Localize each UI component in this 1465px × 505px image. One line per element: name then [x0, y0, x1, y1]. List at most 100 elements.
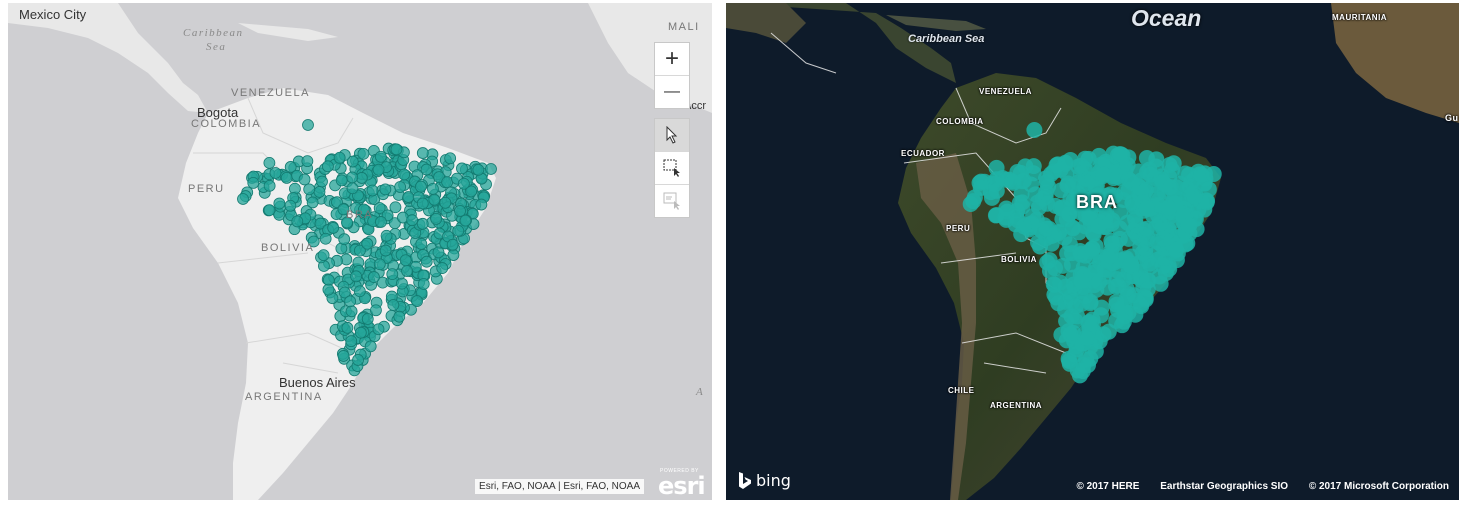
esri-point-marker[interactable] [366, 184, 379, 197]
bing-point-marker[interactable] [1067, 298, 1084, 315]
esri-point-marker[interactable] [327, 222, 340, 234]
bing-point-marker[interactable] [1205, 166, 1222, 182]
pointer-select-button[interactable] [655, 119, 689, 152]
bing-point-marker[interactable] [1025, 158, 1042, 175]
bing-point-marker[interactable] [1095, 326, 1112, 343]
bing-point-marker[interactable] [1139, 280, 1156, 297]
esri-point-marker[interactable] [322, 283, 335, 296]
esri-point-marker[interactable] [417, 278, 430, 290]
lasso-select-button[interactable] [655, 185, 689, 217]
esri-point-marker[interactable] [335, 174, 348, 187]
esri-point-marker[interactable] [379, 244, 392, 257]
esri-point-marker[interactable] [406, 214, 419, 227]
bing-point-marker[interactable] [1026, 122, 1043, 138]
bing-point-marker[interactable] [1148, 185, 1165, 202]
esri-point-marker[interactable] [380, 229, 393, 242]
esri-point-marker[interactable] [237, 193, 249, 205]
esri-point-marker[interactable] [379, 183, 392, 196]
esri-point-marker[interactable] [269, 167, 282, 179]
esri-point-marker[interactable] [364, 340, 377, 353]
esri-point-marker[interactable] [428, 193, 441, 206]
esri-point-marker[interactable] [390, 143, 403, 156]
esri-point-marker[interactable] [432, 246, 445, 259]
bing-point-marker[interactable] [1113, 146, 1130, 163]
esri-point-marker[interactable] [399, 254, 412, 267]
bing-point-marker[interactable] [1142, 258, 1159, 275]
bing-point-marker[interactable] [1103, 232, 1120, 249]
esri-point-marker[interactable] [430, 213, 443, 225]
esri-point-marker[interactable] [414, 180, 427, 193]
esri-point-marker[interactable] [303, 183, 316, 196]
esri-point-marker[interactable] [439, 196, 452, 209]
esri-map[interactable]: Mexico City Caribbean Sea VENEZUELA Bogo… [8, 3, 712, 500]
esri-point-marker[interactable] [472, 163, 485, 176]
bing-point-marker[interactable] [1138, 220, 1155, 237]
esri-point-marker[interactable] [398, 168, 411, 181]
bing-point-marker[interactable] [1180, 217, 1197, 234]
bing-point-marker[interactable] [1115, 313, 1132, 330]
esri-point-marker[interactable] [420, 255, 433, 268]
esri-point-marker[interactable] [459, 214, 472, 227]
bing-point-marker[interactable] [1133, 298, 1150, 315]
esri-point-marker[interactable] [375, 216, 387, 228]
esri-point-marker[interactable] [446, 238, 459, 251]
bing-point-marker[interactable] [1023, 176, 1040, 193]
esri-point-marker[interactable] [352, 354, 364, 366]
rect-select-button[interactable] [655, 152, 689, 185]
bing-point-marker[interactable] [1030, 199, 1047, 216]
esri-point-marker[interactable] [280, 172, 293, 184]
esri-point-marker[interactable] [263, 204, 276, 217]
esri-point-marker[interactable] [416, 197, 429, 210]
bing-point-marker[interactable] [1061, 206, 1078, 223]
esri-point-marker[interactable] [416, 217, 429, 230]
bing-point-marker[interactable] [1073, 273, 1090, 290]
esri-point-marker[interactable] [427, 183, 439, 195]
esri-point-marker[interactable] [247, 177, 260, 189]
esri-point-marker[interactable] [416, 147, 429, 159]
bing-point-marker[interactable] [1051, 224, 1068, 241]
esri-point-marker[interactable] [441, 176, 454, 189]
esri-point-marker[interactable] [373, 258, 386, 271]
esri-point-marker[interactable] [317, 249, 330, 262]
bing-point-marker[interactable] [1087, 343, 1104, 360]
bing-point-marker[interactable] [1065, 324, 1082, 341]
esri-point-marker[interactable] [386, 268, 399, 281]
esri-point-marker[interactable] [372, 163, 385, 176]
esri-point-marker[interactable] [396, 277, 408, 290]
esri-point-marker[interactable] [456, 162, 468, 175]
esri-point-marker[interactable] [457, 177, 470, 190]
esri-point-marker[interactable] [370, 304, 382, 317]
bing-point-marker[interactable] [1102, 247, 1119, 264]
esri-point-marker[interactable] [319, 232, 332, 245]
bing-point-marker[interactable] [1179, 180, 1196, 197]
esri-point-marker[interactable] [341, 321, 354, 334]
esri-point-marker[interactable] [361, 237, 374, 250]
esri-point-marker[interactable] [372, 323, 385, 336]
esri-point-marker[interactable] [353, 285, 366, 298]
esri-point-marker[interactable] [452, 224, 465, 237]
esri-point-marker[interactable] [402, 191, 415, 203]
bing-point-marker[interactable] [1137, 240, 1154, 257]
bing-point-marker[interactable] [1097, 218, 1114, 235]
bing-point-marker[interactable] [1160, 199, 1177, 216]
esri-point-marker[interactable] [420, 163, 433, 176]
bing-point-marker[interactable] [1168, 241, 1185, 258]
bing-point-marker[interactable] [1084, 240, 1101, 257]
esri-point-marker[interactable] [333, 151, 346, 164]
esri-point-marker[interactable] [454, 205, 466, 217]
esri-point-marker[interactable] [368, 271, 380, 283]
esri-point-marker[interactable] [411, 295, 423, 307]
esri-point-marker[interactable] [344, 295, 357, 308]
esri-point-marker[interactable] [394, 181, 407, 193]
esri-point-marker[interactable] [354, 326, 367, 339]
bing-point-marker[interactable] [1196, 201, 1213, 218]
zoom-in-button[interactable]: + [655, 43, 689, 76]
esri-point-marker[interactable] [350, 270, 362, 283]
esri-point-marker[interactable] [401, 265, 413, 277]
esri-point-marker[interactable] [263, 156, 276, 169]
esri-point-marker[interactable] [393, 310, 406, 323]
esri-point-marker[interactable] [306, 196, 319, 209]
esri-point-marker[interactable] [301, 155, 314, 168]
esri-point-marker[interactable] [415, 238, 428, 250]
esri-point-marker[interactable] [338, 233, 351, 246]
